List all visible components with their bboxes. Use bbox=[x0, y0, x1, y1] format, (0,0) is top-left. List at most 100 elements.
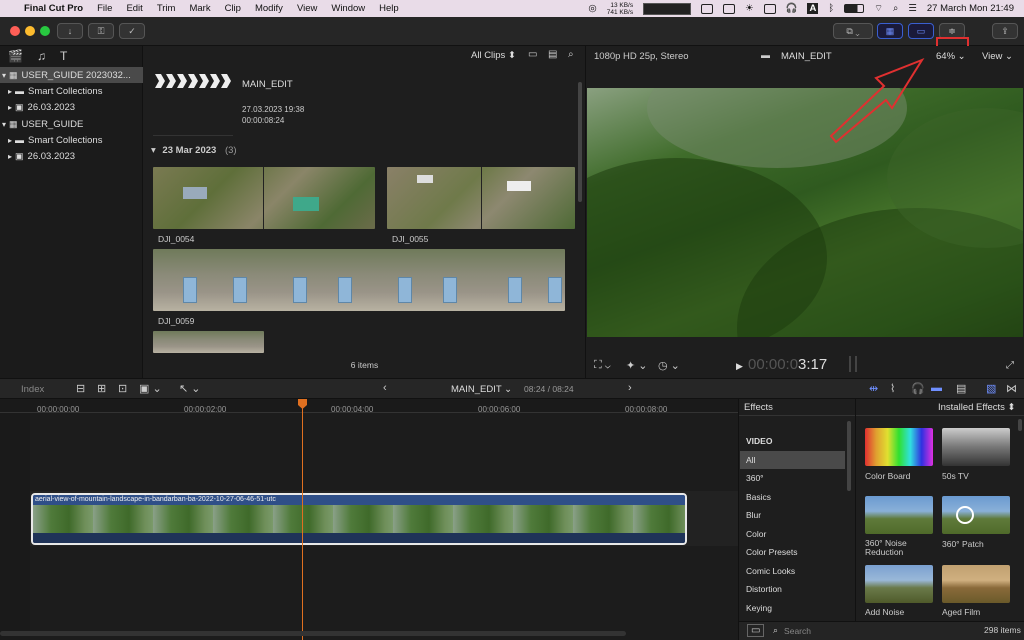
activity-graph-icon[interactable] bbox=[643, 2, 692, 15]
audio-skimming-icon[interactable]: ⌇ bbox=[890, 382, 895, 395]
menu-window[interactable]: Window bbox=[331, 3, 365, 14]
clip-thumbnail[interactable] bbox=[153, 331, 264, 353]
effects-thumbs-scrollbar[interactable] bbox=[1018, 419, 1022, 431]
clip-appearance-timeline-icon[interactable]: ▤ bbox=[956, 382, 966, 395]
screen-icon[interactable] bbox=[723, 3, 736, 14]
library-item[interactable]: ▾ ▦ USER_GUIDE bbox=[0, 116, 143, 132]
project-thumbnail[interactable] bbox=[155, 74, 237, 90]
effect-thumbnail[interactable] bbox=[942, 496, 1010, 534]
menu-clip[interactable]: Clip bbox=[225, 3, 241, 14]
index-button[interactable]: Index bbox=[21, 384, 44, 395]
append-clip-icon[interactable]: ⊡ bbox=[118, 382, 127, 395]
effect-thumbnail[interactable] bbox=[865, 496, 933, 534]
back-icon[interactable]: ‹ bbox=[383, 382, 387, 394]
library-item[interactable]: ▸ ▣ 26.03.2023 bbox=[0, 148, 143, 164]
menu-help[interactable]: Help bbox=[379, 3, 399, 14]
transform-button[interactable]: ⛶ ⌄ bbox=[594, 359, 611, 372]
effect-thumbnail[interactable] bbox=[865, 565, 933, 603]
effects-category[interactable]: Comic Looks bbox=[740, 562, 845, 581]
forward-icon[interactable]: › bbox=[628, 382, 632, 394]
minimize-button[interactable] bbox=[25, 26, 35, 36]
menu-file[interactable]: File bbox=[97, 3, 112, 14]
timeline-clip[interactable]: aerial-view-of-mountain-landscape-in-ban… bbox=[31, 493, 687, 545]
effects-category[interactable]: 360° bbox=[740, 469, 845, 488]
browser-search-icon[interactable]: ⌕ bbox=[568, 49, 574, 60]
menu-modify[interactable]: Modify bbox=[255, 3, 283, 14]
display-icon[interactable] bbox=[701, 3, 714, 14]
show-timeline-button[interactable]: ▭ bbox=[908, 23, 934, 39]
search-icon[interactable]: ⌕ bbox=[893, 3, 898, 14]
effect-thumbnail[interactable] bbox=[942, 428, 1010, 466]
menu-view[interactable]: View bbox=[297, 3, 317, 14]
disclosure-triangle-icon[interactable]: ▸ bbox=[8, 87, 12, 96]
view-popup[interactable]: View ⌄ bbox=[982, 51, 1013, 62]
close-button[interactable] bbox=[10, 26, 20, 36]
effects-category[interactable]: Keying bbox=[740, 599, 845, 618]
library-item[interactable]: ▸ ▬ Smart Collections bbox=[0, 132, 143, 148]
bluetooth-icon[interactable]: ᛒ bbox=[828, 3, 834, 14]
disclosure-triangle-icon[interactable]: ▾ bbox=[2, 120, 6, 129]
retime-button[interactable]: ◷ ⌄ bbox=[658, 359, 680, 372]
effects-category[interactable]: Basics bbox=[740, 488, 845, 507]
filmstrip-icon[interactable]: ▤ bbox=[548, 49, 557, 60]
timeline-area[interactable]: aerial-view-of-mountain-landscape-in-ban… bbox=[0, 399, 738, 640]
connect-clip-icon[interactable]: ⊟ bbox=[76, 382, 85, 395]
titles-generators-icon[interactable]: T bbox=[60, 49, 67, 63]
disclosure-triangle-icon[interactable]: ▸ bbox=[8, 136, 12, 145]
playhead[interactable] bbox=[302, 399, 303, 640]
clip-thumbnail[interactable] bbox=[153, 249, 565, 311]
effects-category[interactable]: Color bbox=[740, 525, 845, 544]
enhance-button[interactable]: ✦ ⌄ bbox=[626, 359, 648, 372]
brightness-icon[interactable]: ☀ bbox=[745, 3, 754, 14]
skimming-icon[interactable]: ⇹ bbox=[869, 382, 878, 395]
clock[interactable]: 27 March Mon 21:49 bbox=[927, 3, 1014, 14]
video-frame[interactable] bbox=[587, 88, 1023, 337]
clip-appearance-icon[interactable]: ▭ bbox=[528, 49, 537, 60]
play-icon[interactable]: ▶ bbox=[736, 361, 743, 372]
library-item[interactable]: ▸ ▬ Smart Collections bbox=[0, 83, 143, 99]
disclosure-triangle-icon[interactable]: ▸ bbox=[8, 152, 12, 161]
snapping-icon[interactable]: ▬ bbox=[931, 382, 942, 394]
transitions-icon[interactable]: ⋈ bbox=[1006, 382, 1017, 395]
app-menu[interactable]: Final Cut Pro bbox=[24, 3, 83, 14]
select-tool-icon[interactable]: ↖ ⌄ bbox=[179, 382, 201, 395]
zoom-button[interactable] bbox=[40, 26, 50, 36]
control-center-icon[interactable]: ☰ bbox=[908, 3, 917, 14]
disclosure-triangle-icon[interactable]: ▾ bbox=[2, 71, 6, 80]
installed-effects-popup[interactable]: Installed Effects ⬍ bbox=[938, 402, 1016, 413]
effects-category[interactable]: All bbox=[740, 450, 845, 469]
fullscreen-icon[interactable]: ⤢ bbox=[1006, 360, 1014, 371]
effects-category[interactable]: Color Presets bbox=[740, 543, 845, 562]
browser-scrollbar[interactable] bbox=[578, 82, 582, 202]
effects-category-scrollbar[interactable] bbox=[847, 421, 851, 491]
battery-icon[interactable] bbox=[844, 4, 865, 13]
headphones-icon[interactable]: 🎧 bbox=[786, 3, 798, 14]
wifi-icon[interactable]: ⌔ bbox=[874, 3, 883, 14]
timeline-scrollbar[interactable] bbox=[0, 631, 626, 636]
vpn-icon[interactable]: ◎ bbox=[588, 3, 596, 14]
insert-clip-icon[interactable]: ⊞ bbox=[97, 382, 106, 395]
filter-popup[interactable]: All Clips ⬍ bbox=[471, 50, 516, 61]
menu-trim[interactable]: Trim bbox=[157, 3, 176, 14]
import-button[interactable]: ↓ bbox=[57, 23, 83, 39]
menu-edit[interactable]: Edit bbox=[126, 3, 142, 14]
solo-icon[interactable]: 🎧 bbox=[911, 382, 925, 395]
sidebar-toggle-icon[interactable]: ▭ bbox=[747, 624, 765, 637]
effects-browser-icon[interactable]: ▧ bbox=[986, 382, 996, 395]
overwrite-clip-icon[interactable]: ▣ ⌄ bbox=[139, 382, 162, 395]
workspace-menu-button[interactable]: ⧉ ⌄ bbox=[833, 23, 873, 39]
library-item[interactable]: ▾ ▦ USER_GUIDE 2023032... bbox=[0, 67, 143, 84]
effect-thumbnail[interactable] bbox=[865, 428, 933, 466]
clip-thumbnail[interactable] bbox=[387, 167, 575, 229]
effect-thumbnail[interactable] bbox=[942, 565, 1010, 603]
clip-thumbnail[interactable] bbox=[153, 167, 375, 229]
timeline-project-popup[interactable]: MAIN_EDIT ⌄ bbox=[451, 384, 512, 395]
effects-category[interactable]: Distortion bbox=[740, 580, 845, 599]
keywords-button[interactable]: ⚿ bbox=[88, 23, 114, 39]
effects-category[interactable]: Blur bbox=[740, 506, 845, 525]
event-group-header[interactable]: ▾ 23 Mar 2023 (3) bbox=[151, 145, 237, 156]
disclosure-triangle-icon[interactable]: ▸ bbox=[8, 103, 12, 112]
show-browser-button[interactable]: ▦ bbox=[877, 23, 903, 39]
monitor-icon[interactable] bbox=[763, 3, 776, 14]
background-tasks-button[interactable]: ✓ bbox=[119, 23, 145, 39]
